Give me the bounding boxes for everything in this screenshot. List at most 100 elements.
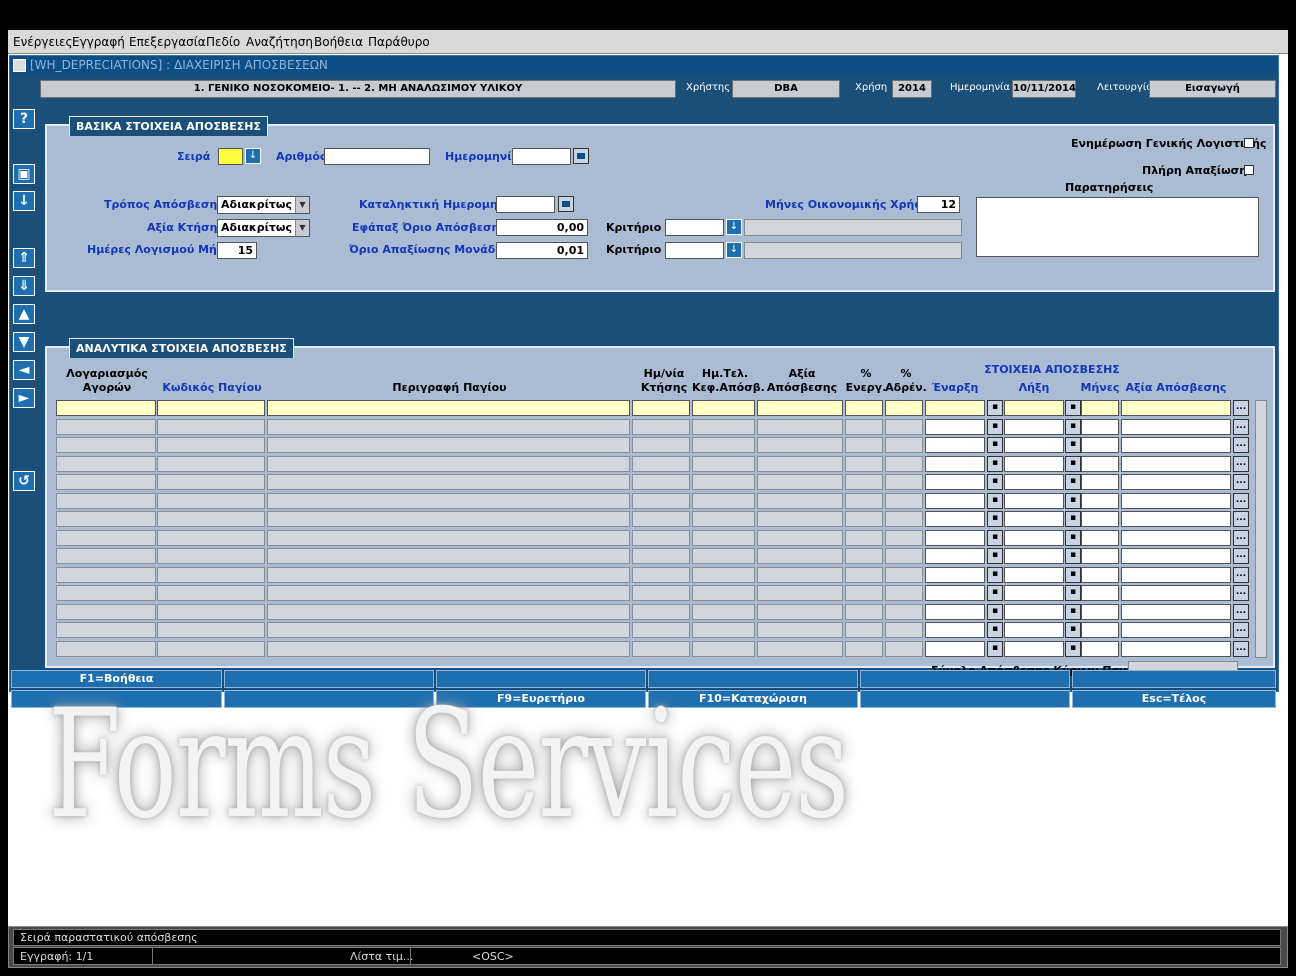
calendar-icon[interactable]: ▪ [987,566,1003,583]
katal-field[interactable] [496,196,555,213]
row-cell[interactable] [1004,437,1064,453]
calendar-icon[interactable]: ▪ [987,548,1003,564]
fkey-blank-9[interactable] [860,690,1070,708]
row-cell[interactable] [1081,474,1119,490]
row-cell[interactable] [1081,400,1119,416]
calendar-icon[interactable]: ▪ [987,400,1003,416]
row-cell[interactable] [1081,437,1119,453]
menu-field[interactable]: Πεδίο [206,35,240,49]
calendar-icon[interactable]: ▪ [987,492,1003,509]
calendar-icon[interactable]: ▪ [1065,603,1081,620]
row-cell[interactable] [1081,640,1119,657]
more-icon[interactable]: ... [1233,418,1249,435]
calendar-icon[interactable]: ▪ [987,474,1003,490]
arrow-left-icon[interactable]: ◄ [13,360,35,380]
more-icon[interactable]: ... [1233,474,1249,490]
seira-lov-icon[interactable]: ↓ [245,148,261,164]
row-cell[interactable] [757,400,843,416]
row-cell[interactable] [267,400,630,416]
row-cell[interactable] [1081,603,1119,620]
help-icon[interactable]: ? [13,109,35,129]
more-icon[interactable]: ... [1233,400,1249,416]
menu-record[interactable]: Εγγραφή [72,35,125,49]
row-cell[interactable] [692,400,755,416]
more-icon[interactable]: ... [1233,437,1249,453]
row-cell[interactable] [157,400,265,416]
row-cell[interactable] [632,400,690,416]
enimerosi-checkbox[interactable] [1244,138,1254,148]
menu-edit[interactable]: Επεξεργασία [129,35,206,49]
row-cell[interactable] [1121,640,1231,657]
row-cell[interactable] [1004,400,1064,416]
calendar-icon[interactable]: ▪ [987,511,1003,527]
row-cell[interactable] [1004,529,1064,546]
imeres-field[interactable]: 15 [217,242,257,259]
row-cell[interactable] [1081,492,1119,509]
menu-help[interactable]: Βοήθεια [314,35,363,49]
esc-exit-button[interactable]: Esc=Τέλος [1072,690,1276,708]
chevron-down-icon[interactable]: ▼ [295,220,309,236]
row-cell[interactable] [1004,603,1064,620]
paratiriseis-textarea[interactable] [976,197,1259,257]
row-cell[interactable] [1121,418,1231,435]
row-cell[interactable] [1121,474,1231,490]
prev-record-icon[interactable]: ▲ [13,304,35,324]
chevron-down-icon[interactable]: ▼ [295,197,309,213]
fkey-blank-6[interactable] [1072,670,1276,688]
row-cell[interactable] [1081,622,1119,638]
row-cell[interactable] [925,474,985,490]
download-icon[interactable]: ↓ [13,191,35,211]
calendar-icon[interactable]: ▪ [987,437,1003,453]
calendar-icon[interactable]: ▪ [1065,566,1081,583]
row-cell[interactable] [1081,566,1119,583]
more-icon[interactable]: ... [1233,585,1249,601]
row-cell[interactable] [1121,511,1231,527]
row-cell[interactable] [1121,566,1231,583]
row-cell[interactable] [1121,492,1231,509]
calendar-icon[interactable] [558,196,574,212]
undo-icon[interactable]: ↺ [13,471,35,491]
row-cell[interactable] [1004,492,1064,509]
calendar-icon[interactable]: ▪ [1065,455,1081,472]
calendar-icon[interactable]: ▪ [1065,437,1081,453]
row-cell[interactable] [1121,529,1231,546]
last-record-icon[interactable]: ⇓ [13,276,35,296]
row-cell[interactable] [1004,622,1064,638]
efapax-field[interactable]: 0,00 [496,219,588,236]
arithmos-field[interactable] [324,148,430,165]
krit2-field[interactable] [665,242,724,259]
row-cell[interactable] [1121,603,1231,620]
calendar-icon[interactable]: ▪ [987,622,1003,638]
calendar-icon[interactable]: ▪ [1065,585,1081,601]
row-cell[interactable] [1081,455,1119,472]
seira-field[interactable] [218,148,243,165]
row-cell[interactable] [1081,418,1119,435]
calendar-icon[interactable]: ▪ [1065,511,1081,527]
row-cell[interactable] [925,492,985,509]
row-cell[interactable] [925,529,985,546]
calendar-icon[interactable]: ▪ [1065,400,1081,416]
row-cell[interactable] [1121,437,1231,453]
more-icon[interactable]: ... [1233,455,1249,472]
row-cell[interactable] [925,511,985,527]
row-cell[interactable] [925,622,985,638]
calendar-icon[interactable] [573,148,589,164]
row-cell[interactable] [925,437,985,453]
calendar-icon[interactable]: ▪ [1065,640,1081,657]
row-cell[interactable] [1004,511,1064,527]
first-record-icon[interactable]: ⇑ [13,248,35,268]
tropos-select[interactable]: Αδιακρίτως ▼ [217,196,310,214]
row-cell[interactable] [1004,585,1064,601]
more-icon[interactable]: ... [1233,548,1249,564]
calendar-icon[interactable]: ▪ [1065,474,1081,490]
more-icon[interactable]: ... [1233,566,1249,583]
save-icon[interactable]: ▣ [13,164,35,184]
more-icon[interactable]: ... [1233,492,1249,509]
row-cell[interactable] [1004,418,1064,435]
row-cell[interactable] [925,455,985,472]
rows-scrollbar[interactable] [1255,400,1267,658]
row-cell[interactable] [1004,640,1064,657]
calendar-icon[interactable]: ▪ [987,529,1003,546]
calendar-icon[interactable]: ▪ [1065,548,1081,564]
krit2-lov-icon[interactable]: ↓ [726,242,742,258]
